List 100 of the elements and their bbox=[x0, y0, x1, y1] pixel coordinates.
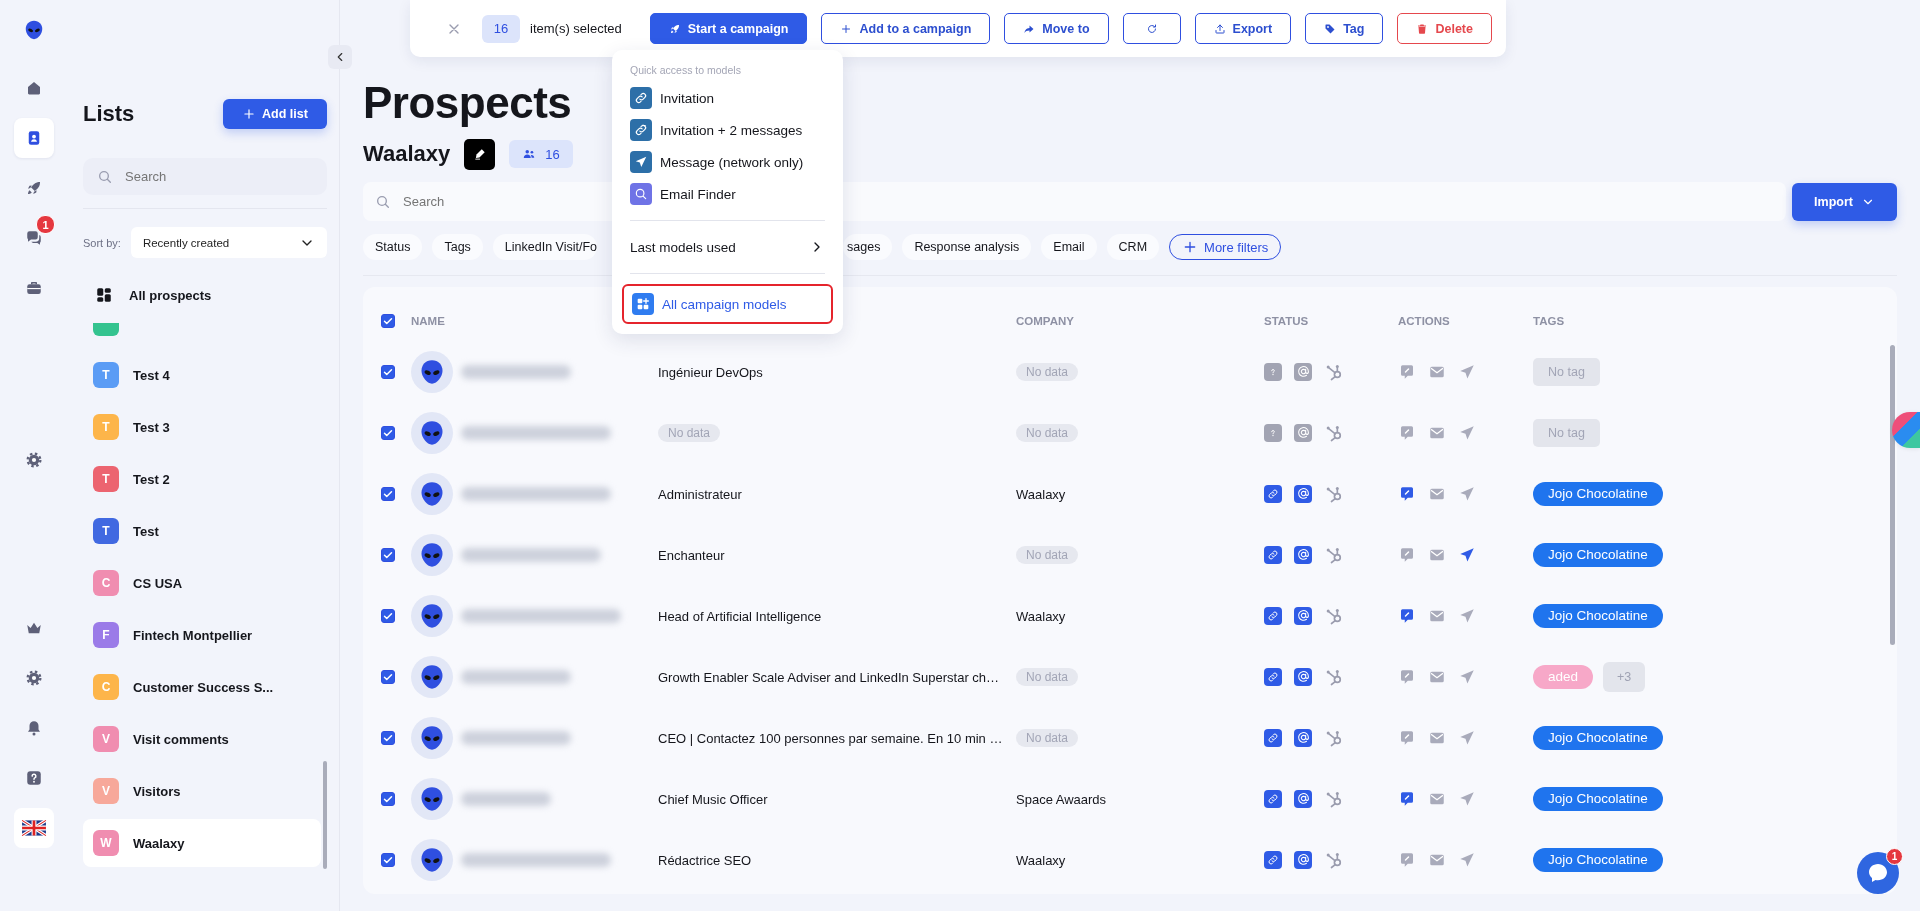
tag: Jojo Chocolatine bbox=[1533, 786, 1663, 811]
search-field[interactable]: Search bbox=[83, 158, 327, 195]
row-checkbox[interactable] bbox=[381, 669, 395, 684]
list-avatar: C bbox=[93, 674, 119, 700]
message-icon[interactable] bbox=[1398, 606, 1416, 625]
list-item[interactable]: C CS USA bbox=[83, 559, 321, 607]
tag: aded bbox=[1533, 664, 1594, 689]
apps-icon bbox=[632, 293, 654, 315]
filter-chip[interactable]: CRM bbox=[1106, 234, 1160, 260]
list-avatar: F bbox=[93, 622, 119, 648]
company-name: No data bbox=[1016, 546, 1079, 564]
member-count: 16 bbox=[545, 146, 560, 162]
upload-icon bbox=[1213, 22, 1226, 35]
alien-avatar-icon bbox=[411, 655, 453, 698]
filter-chip[interactable]: Tags bbox=[432, 234, 483, 260]
refresh-button[interactable] bbox=[1122, 13, 1181, 44]
filter-chip[interactable]: Status bbox=[363, 234, 423, 260]
toolbar-button[interactable]: Add to a campaign bbox=[821, 13, 991, 44]
select-all-checkbox[interactable] bbox=[381, 314, 395, 328]
message-icon[interactable] bbox=[1398, 484, 1416, 503]
import-button[interactable]: Import bbox=[1792, 182, 1897, 221]
list-avatar: V bbox=[93, 778, 119, 804]
list-item[interactable]: V Visit comments bbox=[83, 715, 321, 763]
submenu-item[interactable]: Last models used bbox=[630, 231, 825, 263]
users-icon bbox=[522, 147, 537, 161]
all-prospects-link[interactable]: All prospects bbox=[129, 287, 212, 303]
toolbar-button[interactable]: Delete bbox=[1397, 13, 1492, 44]
briefcase-icon bbox=[25, 279, 43, 297]
row-checkbox[interactable] bbox=[381, 730, 395, 745]
list-name: Test bbox=[133, 523, 159, 539]
link-icon bbox=[630, 87, 652, 109]
row-checkbox[interactable] bbox=[381, 852, 395, 867]
trash-icon bbox=[1416, 22, 1429, 35]
row-checkbox[interactable] bbox=[381, 364, 395, 379]
menu-item[interactable]: Message (network only) bbox=[630, 146, 825, 178]
row-checkbox[interactable] bbox=[381, 486, 395, 501]
list-name: Test 3 bbox=[133, 419, 170, 435]
list-name: CS USA bbox=[133, 575, 183, 591]
list-item[interactable]: W Waalaxy bbox=[83, 819, 321, 867]
row-checkbox[interactable] bbox=[381, 547, 395, 562]
row-checkbox[interactable] bbox=[381, 791, 395, 806]
list-item[interactable]: T Test 2 bbox=[83, 455, 321, 503]
list-name: Fintech Montpellier bbox=[133, 627, 253, 643]
menu-item[interactable]: Invitation + 2 messages bbox=[630, 114, 825, 146]
chat-icon bbox=[1866, 861, 1890, 885]
company-name: Waalaxy bbox=[1016, 608, 1066, 624]
no-tag-label: No tag bbox=[1533, 357, 1600, 386]
toolbar-button[interactable]: Export bbox=[1194, 13, 1292, 44]
search-icon bbox=[97, 168, 113, 185]
rocket-icon bbox=[25, 179, 43, 197]
collapse-button[interactable] bbox=[328, 45, 352, 69]
message-icon[interactable] bbox=[1398, 789, 1416, 808]
language-button[interactable] bbox=[14, 808, 54, 848]
list-item[interactable]: T Test 3 bbox=[83, 403, 321, 451]
list-avatar: V bbox=[93, 726, 119, 752]
nav-button[interactable] bbox=[14, 118, 54, 158]
search-icon bbox=[375, 193, 391, 210]
toolbar-button[interactable]: Move to bbox=[1004, 13, 1109, 44]
row-checkbox[interactable] bbox=[381, 608, 395, 623]
row-checkbox[interactable] bbox=[381, 425, 395, 440]
column-header: STATUS bbox=[1264, 315, 1310, 327]
send-icon[interactable] bbox=[1458, 545, 1476, 564]
edit-button[interactable] bbox=[464, 138, 496, 170]
job-title: CEO | Contactez 100 personnes par semaine. En 10 min … bbox=[658, 730, 1003, 746]
search-input[interactable]: Search bbox=[123, 168, 313, 185]
column-header: COMPANY bbox=[1016, 315, 1075, 327]
list-item[interactable]: T Test 4 bbox=[83, 351, 321, 399]
column-header: NAME bbox=[411, 315, 446, 327]
toolbar-button[interactable]: Tag bbox=[1305, 13, 1384, 44]
page-title: Prospects bbox=[363, 78, 572, 128]
filter-chip[interactable]: sages bbox=[843, 234, 893, 260]
side-widget-icon[interactable] bbox=[1892, 412, 1920, 448]
job-title: No data bbox=[658, 424, 721, 442]
company-name: No data bbox=[1016, 729, 1079, 747]
scrollbar[interactable] bbox=[1890, 345, 1895, 645]
no-tag-label: No tag bbox=[1533, 418, 1600, 447]
sort-dropdown[interactable]: Recently created bbox=[130, 227, 327, 258]
selected-label: item(s) selected bbox=[530, 21, 622, 36]
toolbar-button[interactable]: Start a campaign bbox=[649, 13, 808, 44]
filter-chip[interactable]: Email bbox=[1041, 234, 1097, 260]
logo-icon[interactable] bbox=[23, 19, 45, 41]
bell-icon bbox=[25, 719, 43, 737]
menu-item[interactable]: Invitation bbox=[630, 82, 825, 114]
list-item[interactable]: V Visitors bbox=[83, 767, 321, 815]
search-icon bbox=[630, 183, 652, 205]
list-item[interactable]: T Test bbox=[83, 507, 321, 555]
list-item[interactable]: F Fintech Montpellier bbox=[83, 611, 321, 659]
list-name: Visitors bbox=[133, 783, 181, 799]
menu-item[interactable]: All campaign models bbox=[622, 284, 833, 324]
list-avatar: T bbox=[93, 518, 119, 544]
alien-avatar-icon bbox=[411, 533, 453, 576]
filter-chip[interactable]: LinkedIn Visit/Fo bbox=[492, 234, 598, 260]
scrollbar[interactable] bbox=[323, 761, 327, 869]
settings-icon bbox=[25, 669, 43, 687]
filter-chip[interactable]: Response analysis bbox=[902, 234, 1032, 260]
add-list-button[interactable]: Add list bbox=[223, 99, 327, 129]
company-name: Space Awaards bbox=[1016, 791, 1107, 807]
company-name: Waalaxy bbox=[1016, 852, 1066, 868]
list-item[interactable]: C Customer Success S... bbox=[83, 663, 321, 711]
rocket-icon bbox=[668, 22, 681, 35]
